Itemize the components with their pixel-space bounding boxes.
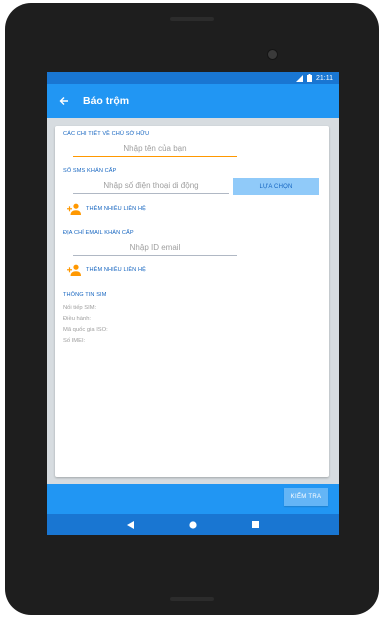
settings-card: CÁC CHI TIẾT VỀ CHỦ SỞ HỮU Nhập tên của … (55, 126, 329, 477)
add-sms-contact-label: THÊM NHIỀU LIÊN HỆ (86, 206, 146, 212)
nav-recents-button[interactable] (250, 520, 260, 530)
system-nav-bar (47, 514, 339, 535)
operator-label: Điều hành: (63, 316, 92, 322)
footer-bar: KIỂM TRA (47, 484, 339, 514)
owner-name-placeholder: Nhập tên của bạn (123, 144, 187, 153)
email-section-label: ĐỊA CHỈ EMAIL KHẨN CẤP (63, 230, 134, 236)
owner-section-label: CÁC CHI TIẾT VỀ CHỦ SỞ HỮU (63, 131, 150, 137)
sms-section-label: SỐ SMS KHẨN CẤP (63, 168, 117, 174)
screen: 21:11 Báo trộm CÁC CHI TIẾT VỀ CHỦ SỞ HỮ… (47, 72, 339, 535)
circle-home-icon (189, 520, 197, 529)
add-email-contact-button[interactable]: THÊM NHIỀU LIÊN HỆ (67, 264, 146, 276)
person-add-icon (67, 264, 81, 276)
add-sms-contact-button[interactable]: THÊM NHIỀU LIÊN HỆ (67, 203, 146, 215)
camera-icon (267, 49, 278, 60)
battery-icon (307, 74, 312, 82)
back-button[interactable] (49, 84, 79, 118)
phone-number-field[interactable]: Nhập số điện thoại di động (73, 180, 229, 194)
owner-name-field[interactable]: Nhập tên của bạn (73, 143, 237, 157)
add-email-contact-label: THÊM NHIỀU LIÊN HỆ (86, 267, 146, 273)
sim-serial-label: Nối tiếp SIM: (63, 305, 97, 311)
imei-label: Số IMEI: (63, 338, 86, 344)
arrow-left-icon (59, 97, 68, 105)
speaker-bottom (170, 597, 214, 601)
email-field[interactable]: Nhập ID email (73, 242, 237, 256)
choose-contact-button[interactable]: LỰA CHỌN (233, 178, 319, 195)
triangle-back-icon (127, 520, 134, 529)
signal-icon (296, 74, 303, 82)
status-time: 21:11 (316, 74, 333, 82)
sim-info-label: THÔNG TIN SIM (63, 292, 107, 298)
page-title: Báo trộm (83, 95, 130, 107)
speaker-top (170, 17, 214, 21)
status-bar: 21:11 (47, 72, 339, 84)
nav-home-button[interactable] (188, 520, 198, 530)
person-add-icon (67, 203, 81, 215)
check-button[interactable]: KIỂM TRA (284, 488, 328, 506)
iso-country-code-label: Mã quốc gia ISO: (63, 327, 108, 333)
app-bar: Báo trộm (47, 84, 339, 118)
email-placeholder: Nhập ID email (129, 243, 181, 252)
nav-back-button[interactable] (126, 520, 136, 530)
phone-number-placeholder: Nhập số điện thoại di động (103, 181, 199, 190)
square-recents-icon (251, 521, 259, 528)
